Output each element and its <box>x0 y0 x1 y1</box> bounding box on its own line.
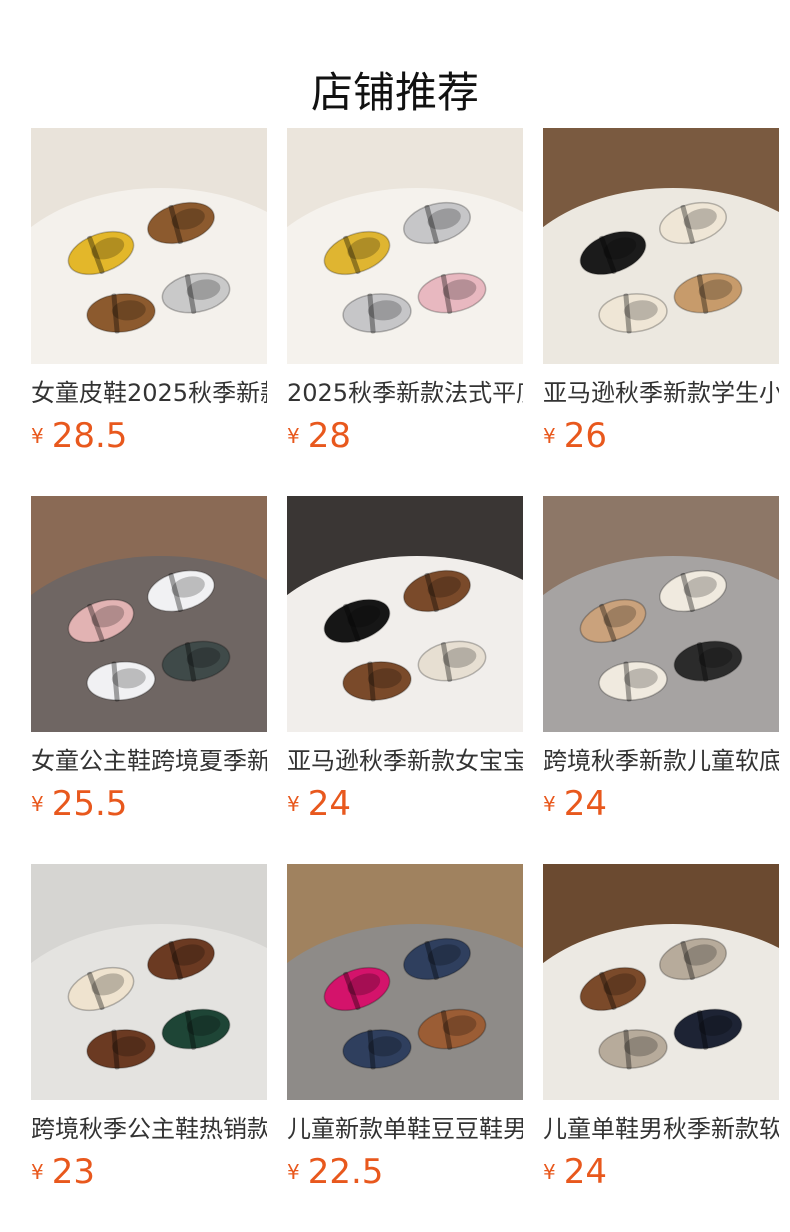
product-image[interactable] <box>287 496 523 732</box>
product-card-7[interactable]: 跨境秋季公主鞋热销款 ¥23 <box>31 864 267 1192</box>
product-price-row: ¥26 <box>543 414 779 458</box>
shop-recommendations-page: 店铺推荐 女童皮鞋2025秋季新款 ¥28.5 2025秋季新款法式平底 ¥28… <box>0 0 790 1232</box>
product-card-4[interactable]: 女童公主鞋跨境夏季新 ¥25.5 <box>31 496 267 824</box>
photo-surface <box>543 188 779 364</box>
product-price-row: ¥28.5 <box>31 414 267 458</box>
product-name[interactable]: 儿童单鞋男秋季新款软 <box>543 1112 779 1146</box>
product-card-3[interactable]: 亚马逊秋季新款学生小 ¥26 <box>543 128 779 456</box>
photo-surface <box>287 556 523 732</box>
product-card-8[interactable]: 儿童新款单鞋豆豆鞋男 ¥22.5 <box>287 864 523 1192</box>
currency-symbol: ¥ <box>543 1160 556 1184</box>
product-photo-yellow-brown-silver-mary-janes <box>31 128 267 364</box>
currency-symbol: ¥ <box>31 1160 44 1184</box>
product-card-1[interactable]: 女童皮鞋2025秋季新款 ¥28.5 <box>31 128 267 456</box>
product-name[interactable]: 亚马逊秋季新款学生小 <box>543 376 779 410</box>
product-name[interactable]: 亚马逊秋季新款女宝宝 <box>287 744 523 778</box>
product-price: 22.5 <box>307 1152 384 1192</box>
product-photo-row-of-bow-mary-janes <box>31 864 267 1100</box>
product-price: 23 <box>51 1152 95 1192</box>
product-photo-suede-loafers-pink-navy-brown <box>287 864 523 1100</box>
product-image[interactable] <box>31 496 267 732</box>
currency-symbol: ¥ <box>31 792 44 816</box>
currency-symbol: ¥ <box>287 792 300 816</box>
product-price-row: ¥24 <box>543 1150 779 1194</box>
product-price-row: ¥22.5 <box>287 1150 523 1194</box>
product-photo-black-and-cream-shoes-on-table <box>543 128 779 364</box>
product-name[interactable]: 儿童新款单鞋豆豆鞋男 <box>287 1112 523 1146</box>
product-price-row: ¥24 <box>287 782 523 826</box>
product-price-row: ¥28 <box>287 414 523 458</box>
product-price: 24 <box>563 1152 607 1192</box>
product-grid: 女童皮鞋2025秋季新款 ¥28.5 2025秋季新款法式平底 ¥28 亚马逊秋… <box>31 128 790 1192</box>
product-price-row: ¥23 <box>31 1150 267 1194</box>
product-name[interactable]: 2025秋季新款法式平底 <box>287 376 523 410</box>
product-price: 26 <box>563 416 607 456</box>
product-photo-quilted-bow-ballet-flats <box>543 496 779 732</box>
product-photo-sparkly-princess-sandals <box>31 496 267 732</box>
photo-surface <box>543 924 779 1100</box>
product-name[interactable]: 跨境秋季公主鞋热销款 <box>31 1112 267 1146</box>
currency-symbol: ¥ <box>543 792 556 816</box>
photo-surface <box>287 188 523 364</box>
product-price: 24 <box>307 784 351 824</box>
product-image[interactable] <box>31 128 267 364</box>
product-card-2[interactable]: 2025秋季新款法式平底 ¥28 <box>287 128 523 456</box>
currency-symbol: ¥ <box>287 424 300 448</box>
product-card-9[interactable]: 儿童单鞋男秋季新款软 ¥24 <box>543 864 779 1192</box>
product-price: 28.5 <box>51 416 128 456</box>
product-photo-yellow-silver-pink-floral-shoes <box>287 128 523 364</box>
currency-symbol: ¥ <box>31 424 44 448</box>
product-image[interactable] <box>543 864 779 1100</box>
product-photo-black-brown-cream-bow-shoes <box>287 496 523 732</box>
photo-surface <box>31 924 267 1100</box>
product-image[interactable] <box>543 128 779 364</box>
product-card-6[interactable]: 跨境秋季新款儿童软底 ¥24 <box>543 496 779 824</box>
product-photo-boys-suede-loafers-on-table <box>543 864 779 1100</box>
product-price: 25.5 <box>51 784 128 824</box>
photo-surface <box>31 188 267 364</box>
product-name[interactable]: 跨境秋季新款儿童软底 <box>543 744 779 778</box>
product-price: 28 <box>307 416 351 456</box>
product-image[interactable] <box>543 496 779 732</box>
photo-surface <box>287 924 523 1100</box>
photo-surface <box>31 556 267 732</box>
product-name[interactable]: 女童皮鞋2025秋季新款 <box>31 376 267 410</box>
product-price: 24 <box>563 784 607 824</box>
product-price-row: ¥25.5 <box>31 782 267 826</box>
product-image[interactable] <box>31 864 267 1100</box>
product-card-5[interactable]: 亚马逊秋季新款女宝宝 ¥24 <box>287 496 523 824</box>
photo-surface <box>543 556 779 732</box>
currency-symbol: ¥ <box>287 1160 300 1184</box>
product-name[interactable]: 女童公主鞋跨境夏季新 <box>31 744 267 778</box>
section-title: 店铺推荐 <box>310 68 479 118</box>
product-image[interactable] <box>287 128 523 364</box>
product-price-row: ¥24 <box>543 782 779 826</box>
product-image[interactable] <box>287 864 523 1100</box>
currency-symbol: ¥ <box>543 424 556 448</box>
